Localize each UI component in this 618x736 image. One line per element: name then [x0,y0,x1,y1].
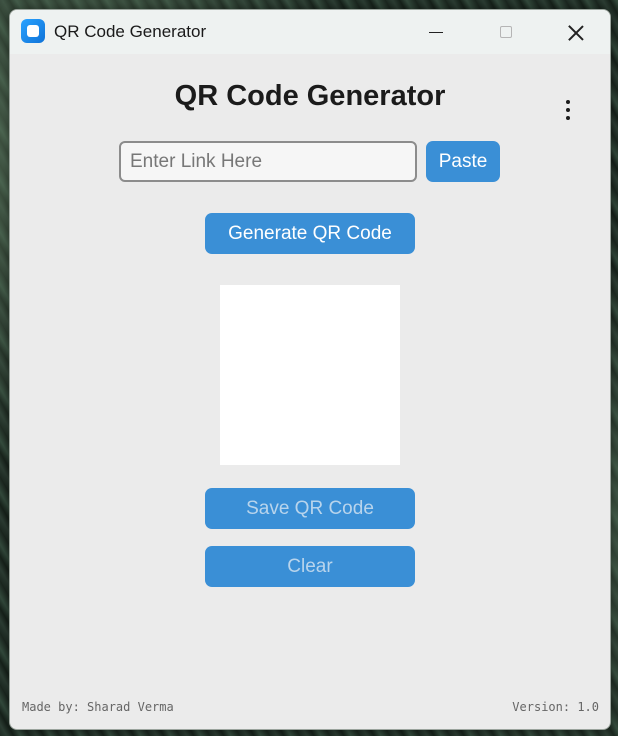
maximize-button[interactable] [476,10,536,54]
version-label: Version: 1.0 [512,700,599,714]
more-vertical-icon-dot [566,116,570,120]
more-vertical-icon-dot [566,108,570,112]
close-icon [568,24,584,40]
minimize-icon [429,31,443,33]
main-content: QR Code Generator Paste Generate QR Code… [10,54,610,729]
generate-qr-button[interactable]: Generate QR Code [205,213,415,254]
paste-button[interactable]: Paste [426,141,500,182]
save-qr-button[interactable]: Save QR Code [205,488,415,529]
more-options-button[interactable] [558,98,578,122]
close-button[interactable] [546,10,606,54]
maximize-icon [500,26,512,38]
link-input[interactable] [119,141,417,182]
window-title: QR Code Generator [54,22,207,41]
title-bar[interactable]: QR Code Generator [10,10,610,54]
more-vertical-icon [566,100,570,104]
app-window: QR Code Generator QR Code Generator Past… [9,9,611,730]
app-icon [21,19,45,43]
qr-code-display [220,285,400,465]
clear-button[interactable]: Clear [205,546,415,587]
page-title: QR Code Generator [174,80,446,112]
minimize-button[interactable] [406,10,466,54]
author-credit: Made by: Sharad Verma [22,700,174,714]
